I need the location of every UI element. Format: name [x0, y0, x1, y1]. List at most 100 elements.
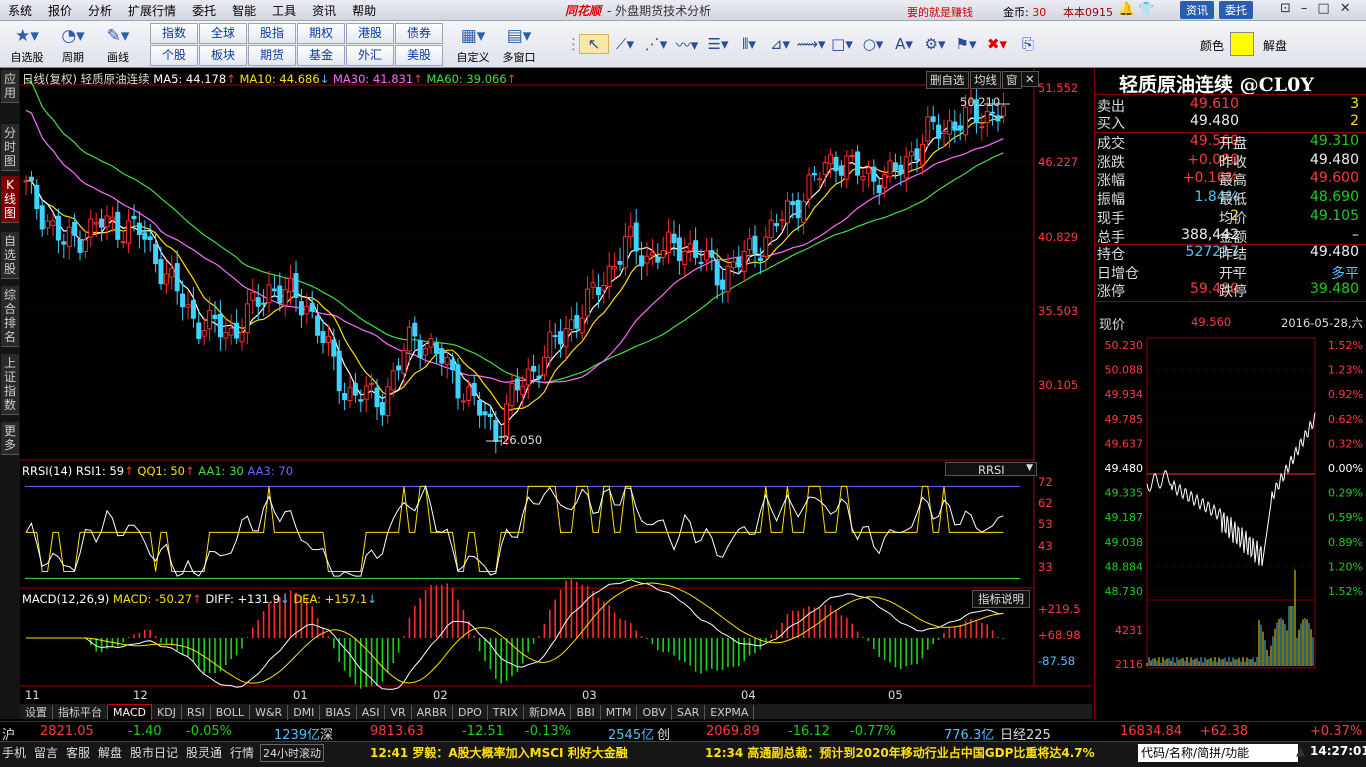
- delete-favorite-button[interactable]: 删自选: [926, 71, 969, 89]
- status-phone[interactable]: 手机: [2, 744, 26, 761]
- btn-option[interactable]: 期权: [297, 23, 345, 44]
- status-quote[interactable]: 行情: [230, 744, 254, 761]
- bell-icon[interactable]: 🔔: [1118, 2, 1134, 17]
- indicator-tab[interactable]: 新DMA: [524, 705, 572, 720]
- indicator-tab[interactable]: MTM: [601, 705, 638, 720]
- indicator-help-button[interactable]: 指标说明: [972, 590, 1030, 608]
- ma-toggle-button[interactable]: 均线: [970, 71, 1001, 89]
- coins[interactable]: 金币: 30: [1003, 4, 1046, 20]
- index-ticker[interactable]: 沪 2821.05 -1.40 -0.05% 1239亿 深 9813.63 -…: [0, 721, 1366, 743]
- slogan[interactable]: 要的就是赚钱: [907, 4, 973, 20]
- gear-icon[interactable]: ⚙▾: [920, 35, 950, 53]
- search-arrow-icon[interactable]: ▲: [1296, 744, 1305, 758]
- btn-sector[interactable]: 板块: [199, 45, 247, 66]
- indicator-tab[interactable]: DPO: [453, 705, 488, 720]
- indicator-tab[interactable]: OBV: [637, 705, 672, 720]
- trade-button[interactable]: 委托: [1219, 1, 1253, 19]
- status-jiepan[interactable]: 解盘: [98, 744, 122, 761]
- menu-help[interactable]: 帮助: [344, 2, 384, 19]
- delete-icon[interactable]: ✖▾: [982, 35, 1012, 53]
- wave-icon[interactable]: 〰▾: [672, 34, 702, 55]
- status-message[interactable]: 留言: [34, 744, 58, 761]
- btn-bond[interactable]: 债券: [395, 23, 443, 44]
- btn-futures[interactable]: 期货: [248, 45, 296, 66]
- timeshare-chart[interactable]: 50.230 1.52% 50.088 1.23% 49.934 0.92% 49.785 0…: [1095, 336, 1366, 706]
- menu-tools[interactable]: 工具: [264, 2, 304, 19]
- jiepan-button[interactable]: 解盘: [1263, 37, 1287, 54]
- sidebar-item-kline[interactable]: K线图: [1, 176, 19, 223]
- indicator-tab[interactable]: EXPMA: [705, 705, 755, 720]
- indicator-tab[interactable]: 设置: [20, 705, 53, 720]
- maximize-icon[interactable]: □: [1317, 1, 1339, 16]
- line-icon[interactable]: ⟋▾: [610, 35, 640, 53]
- menu-ext-quote[interactable]: 扩展行情: [120, 2, 184, 19]
- status-gutong[interactable]: 股灵通: [186, 744, 222, 761]
- sidebar-item-favorites[interactable]: 自选股: [1, 232, 19, 279]
- bid-row[interactable]: 买入 49.480 2: [1097, 113, 1363, 132]
- draw-button[interactable]: ✎▾ 画线: [97, 23, 139, 67]
- info-button[interactable]: 资讯: [1180, 1, 1214, 19]
- custom-button[interactable]: ▦▾ 自定义: [452, 23, 494, 67]
- search-input[interactable]: 代码/名称/简拼/功能: [1138, 744, 1298, 762]
- pane-close-icon[interactable]: ✕: [1021, 71, 1039, 87]
- close-icon[interactable]: ✕: [1340, 1, 1361, 16]
- multi-window-button[interactable]: ▤▾ 多窗口: [498, 23, 540, 67]
- export-icon[interactable]: ⎘: [1013, 35, 1043, 53]
- sidebar-item-ranking[interactable]: 综合排名: [1, 286, 19, 347]
- window-button[interactable]: 窗: [1002, 71, 1022, 89]
- indicator-tab[interactable]: DMI: [288, 705, 321, 720]
- restore-icon[interactable]: ⊡: [1280, 1, 1301, 16]
- indicator-tab[interactable]: BBI: [571, 705, 601, 720]
- news-ticker-2[interactable]: 12:34 高通副总裁：预计到2020年移动行业占中国GDP比重将达4.7%: [705, 744, 1095, 761]
- text-lines-icon[interactable]: ☰▾: [703, 35, 733, 53]
- menu-system[interactable]: 系统: [0, 2, 40, 19]
- sidebar-item-timeshare[interactable]: 分时图: [1, 124, 19, 171]
- status-service[interactable]: 客服: [66, 744, 90, 761]
- indicator-tab[interactable]: KDJ: [152, 705, 182, 720]
- cursor-icon[interactable]: ↖: [579, 34, 609, 54]
- ellipse-icon[interactable]: ○▾: [858, 35, 888, 53]
- sidebar-item-apps[interactable]: 应用: [1, 70, 19, 103]
- menu-quote[interactable]: 报价: [40, 2, 80, 19]
- btn-index[interactable]: 指数: [150, 23, 198, 44]
- indicator-tab[interactable]: TRIX: [488, 705, 524, 720]
- menu-analysis[interactable]: 分析: [80, 2, 120, 19]
- indicator-tab[interactable]: SAR: [672, 705, 706, 720]
- indicator-tab[interactable]: MACD: [108, 704, 152, 720]
- news-ticker-1[interactable]: 12:41 罗毅：A股大概率加入MSCI 利好大金融: [370, 744, 628, 761]
- status-diary[interactable]: 股市日记: [130, 744, 178, 761]
- btn-us[interactable]: 美股: [395, 45, 443, 66]
- flag-icon[interactable]: ⚑▾: [951, 35, 981, 53]
- rect-icon[interactable]: □▾: [827, 35, 857, 53]
- indicator-select[interactable]: RRSI ▼: [945, 462, 1037, 477]
- parallel-icon[interactable]: ⫴▾: [734, 35, 764, 53]
- indicator-tab[interactable]: RSI: [182, 705, 211, 720]
- sidebar-item-more[interactable]: 更多: [1, 422, 19, 455]
- indicator-tab[interactable]: VR: [385, 705, 412, 720]
- channel-icon[interactable]: ⟿▾: [796, 35, 826, 53]
- btn-stock-index[interactable]: 股指: [248, 23, 296, 44]
- sidebar-item-sh-index[interactable]: 上证指数: [1, 354, 19, 415]
- indicator-tab[interactable]: BOLL: [211, 705, 251, 720]
- btn-forex[interactable]: 外汇: [346, 45, 394, 66]
- chart-area[interactable]: 日线(复权) 轻质原油连续 MA5: 44.178↑ MA10: 44.686↓…: [20, 68, 1092, 719]
- text-icon[interactable]: A▾: [889, 35, 919, 53]
- btn-fund[interactable]: 基金: [297, 45, 345, 66]
- status-24h[interactable]: 24小时滚动: [260, 744, 324, 762]
- period-button[interactable]: ◔▾ 周期: [52, 23, 94, 67]
- fan-icon[interactable]: ⊿▾: [765, 35, 795, 53]
- indicator-tab[interactable]: ASI: [357, 705, 386, 720]
- kline-chart-svg[interactable]: [20, 68, 1092, 704]
- minimize-icon[interactable]: –: [1301, 1, 1318, 16]
- color-swatch[interactable]: [1230, 32, 1254, 56]
- indicator-tab[interactable]: 指标平台: [53, 705, 108, 720]
- btn-stock[interactable]: 个股: [150, 45, 198, 66]
- btn-hk[interactable]: 港股: [346, 23, 394, 44]
- ray-icon[interactable]: ⋰▾: [641, 35, 671, 53]
- favorites-button[interactable]: ★▾ 自选股: [6, 23, 48, 67]
- indicator-tab[interactable]: W&R: [250, 705, 289, 720]
- indicator-tab[interactable]: ARBR: [412, 705, 454, 720]
- btn-global[interactable]: 全球: [199, 23, 247, 44]
- menu-info[interactable]: 资讯: [304, 2, 344, 19]
- menu-smart[interactable]: 智能: [224, 2, 264, 19]
